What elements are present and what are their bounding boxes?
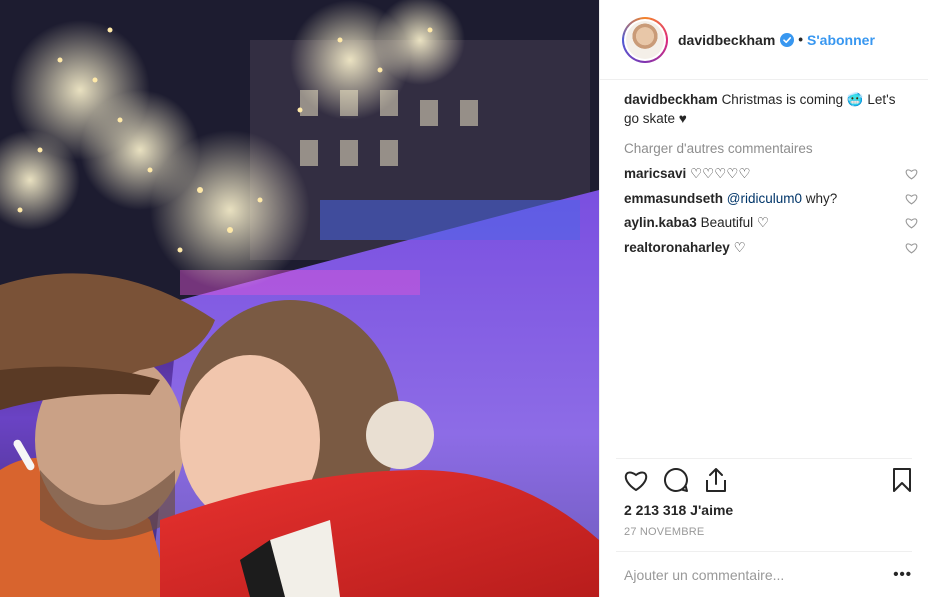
comment-row: realtoronaharley ♡ — [624, 239, 918, 258]
post-side-panel: davidbeckham • S'abonner davidbeckham Ch… — [599, 0, 928, 597]
comment-username[interactable]: aylin.kaba3 — [624, 215, 697, 230]
post-photo[interactable] — [0, 0, 599, 597]
heart-icon[interactable] — [622, 466, 650, 494]
like-count[interactable]: 2 213 318 J'aime — [624, 502, 733, 518]
comment-row: emmasundseth @ridiculum0 why? — [624, 190, 918, 209]
post-actions — [622, 466, 922, 498]
divider — [616, 551, 912, 552]
photo-illustration — [0, 0, 599, 597]
comment-username[interactable]: emmasundseth — [624, 191, 723, 206]
post-caption: davidbeckham Christmas is coming 🥶 Let's… — [624, 90, 914, 128]
post-date: 27 NOVEMBRE — [624, 526, 705, 538]
more-options-icon[interactable]: ••• — [893, 566, 912, 583]
header-separator: • — [798, 32, 803, 47]
add-comment-input[interactable]: Ajouter un commentaire... — [624, 567, 784, 583]
comment-row: maricsavi ♡♡♡♡♡ — [624, 165, 918, 184]
comment-like-icon[interactable] — [905, 168, 918, 180]
comment-text: why? — [805, 190, 838, 206]
avatar-image — [626, 20, 664, 59]
comment-icon[interactable] — [662, 466, 690, 494]
caption-username[interactable]: davidbeckham — [624, 92, 718, 107]
comment-username[interactable]: realtoronaharley — [624, 240, 730, 255]
avatar[interactable] — [622, 16, 668, 63]
load-more-comments[interactable]: Charger d'autres commentaires — [624, 141, 914, 156]
comment-text: Beautiful ♡ — [700, 215, 769, 230]
comment-text: ♡♡♡♡♡ — [690, 166, 751, 181]
instagram-post: davidbeckham • S'abonner davidbeckham Ch… — [0, 0, 928, 597]
comment-like-icon[interactable] — [905, 193, 918, 205]
header-username[interactable]: davidbeckham — [678, 32, 775, 48]
comment-mention[interactable]: @ridiculum0 — [727, 191, 802, 206]
post-header: davidbeckham • S'abonner — [600, 0, 928, 80]
follow-button[interactable]: S'abonner — [807, 32, 875, 48]
verified-badge-icon — [780, 32, 795, 47]
comment-row: aylin.kaba3 Beautiful ♡ — [624, 214, 918, 233]
divider — [616, 458, 912, 459]
share-icon[interactable] — [702, 466, 730, 494]
comments-section: davidbeckham Christmas is coming 🥶 Let's… — [624, 90, 918, 258]
comment-text: ♡ — [733, 239, 746, 255]
comment-username[interactable]: maricsavi — [624, 166, 686, 181]
bookmark-icon[interactable] — [888, 466, 916, 494]
comment-like-icon[interactable] — [905, 242, 918, 254]
comment-like-icon[interactable] — [905, 217, 918, 229]
